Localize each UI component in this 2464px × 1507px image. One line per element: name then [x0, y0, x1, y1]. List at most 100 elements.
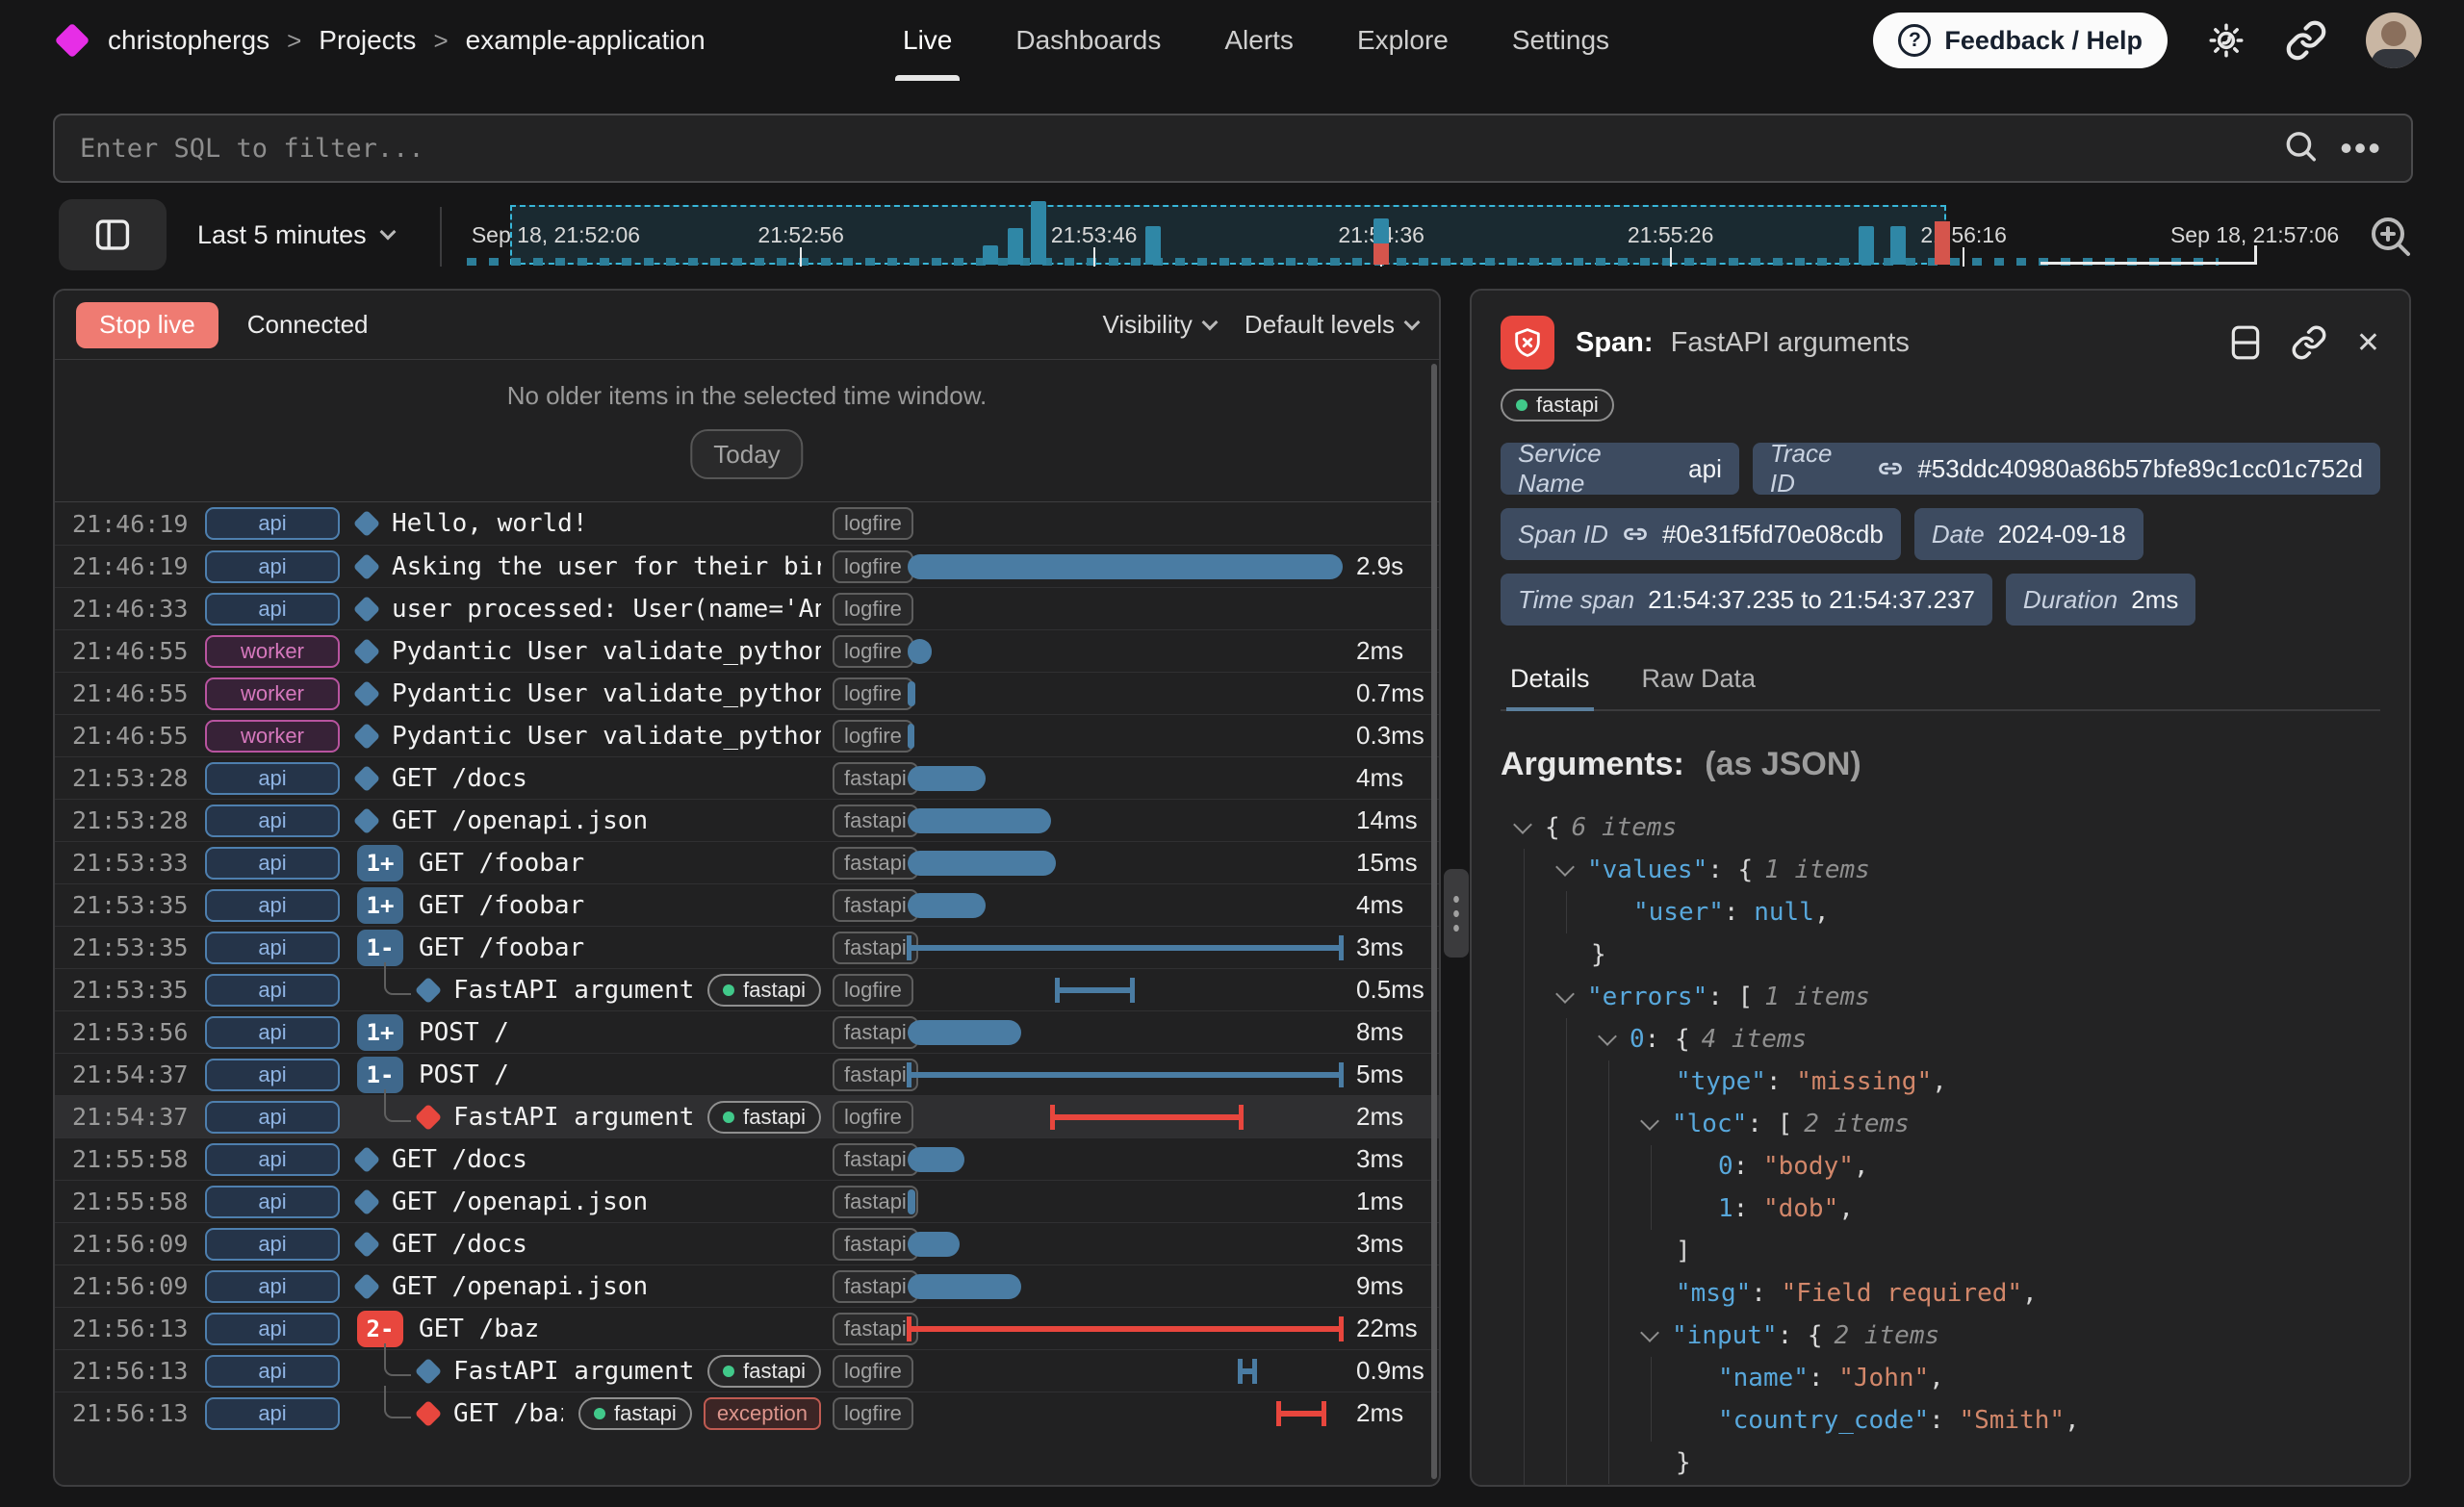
- panel-resize-handle[interactable]: [1444, 869, 1469, 958]
- scope-tag-fastapi[interactable]: fastapi: [833, 1059, 918, 1091]
- attribute-chip-trace-id[interactable]: Trace ID#53ddc40980a86b57bfe89c1cc01c752…: [1753, 443, 2380, 495]
- json-line[interactable]: 1: "dob",: [1501, 1188, 2380, 1230]
- scope-tag-logfire[interactable]: logfire: [833, 550, 913, 583]
- tab-live[interactable]: Live: [903, 0, 952, 81]
- stop-live-button[interactable]: Stop live: [76, 302, 218, 348]
- collapse-badge[interactable]: 2-: [357, 1311, 403, 1347]
- collapse-chevron-icon[interactable]: [1598, 1027, 1617, 1046]
- service-tag-api[interactable]: api: [205, 847, 340, 880]
- log-row[interactable]: 21:53:35api1-GET /foobarfastapi3ms: [55, 926, 1439, 968]
- attribute-chip-date[interactable]: Date2024-09-18: [1914, 508, 2143, 560]
- fastapi-tag[interactable]: fastapi: [707, 1101, 821, 1134]
- service-tag-api[interactable]: api: [205, 974, 340, 1007]
- log-row[interactable]: 21:54:37api1-POST /fastapi5ms: [55, 1053, 1439, 1095]
- search-icon[interactable]: [2282, 128, 2319, 169]
- feedback-help-button[interactable]: ? Feedback / Help: [1873, 13, 2168, 68]
- log-row[interactable]: 21:53:33api1+GET /foobarfastapi15ms: [55, 841, 1439, 883]
- collapse-badge[interactable]: 1-: [357, 930, 403, 966]
- fastapi-tag[interactable]: fastapi: [1501, 389, 1614, 421]
- tab-alerts[interactable]: Alerts: [1224, 0, 1294, 81]
- collapse-chevron-icon[interactable]: [1555, 857, 1575, 877]
- service-tag-api[interactable]: api: [205, 889, 340, 922]
- scope-tag-logfire[interactable]: logfire: [833, 1101, 913, 1134]
- log-row[interactable]: 21:46:19apiHello, world!logfire: [55, 502, 1439, 545]
- attribute-chip-time-span[interactable]: Time span21:54:37.235 to 21:54:37.237: [1501, 574, 1992, 626]
- service-tag-api[interactable]: api: [205, 1228, 340, 1261]
- json-line[interactable]: }: [1501, 1442, 2380, 1484]
- vertical-scrollbar[interactable]: [1431, 364, 1437, 1479]
- collapse-badge[interactable]: 1+: [357, 887, 403, 924]
- json-line[interactable]: {6 items: [1501, 806, 2380, 849]
- service-tag-worker[interactable]: worker: [205, 677, 340, 710]
- scope-tag-logfire[interactable]: logfire: [833, 1397, 913, 1430]
- service-tag-api[interactable]: api: [205, 1355, 340, 1388]
- timeline-selection[interactable]: [510, 205, 1947, 265]
- share-link-icon[interactable]: [2285, 19, 2327, 62]
- copy-link-icon[interactable]: [2291, 324, 2327, 361]
- collapse-chevron-icon[interactable]: [1513, 815, 1532, 834]
- timeline-chart[interactable]: Sep 18, 21:52:06 Sep 18, 21:57:06 21:52:…: [452, 197, 2368, 272]
- scope-tag-fastapi[interactable]: fastapi: [833, 889, 918, 922]
- service-tag-api[interactable]: api: [205, 1016, 340, 1049]
- log-row[interactable]: 21:56:13apiFastAPI argumentsfastapilogfi…: [55, 1349, 1439, 1392]
- breadcrumb-projects[interactable]: Projects: [319, 25, 416, 56]
- scope-tag-fastapi[interactable]: fastapi: [833, 762, 918, 795]
- more-options-icon[interactable]: •••: [2340, 128, 2382, 168]
- exception-tag[interactable]: exception: [704, 1397, 821, 1430]
- sql-filter-input[interactable]: [55, 115, 2411, 181]
- log-row[interactable]: 21:53:35api1+GET /foobarfastapi4ms: [55, 883, 1439, 926]
- service-tag-api[interactable]: api: [205, 1186, 340, 1218]
- log-row[interactable]: 21:55:58apiGET /openapi.jsonfastapi1ms: [55, 1180, 1439, 1222]
- log-row[interactable]: 21:46:55workerPydantic User validate_pyt…: [55, 714, 1439, 756]
- json-line[interactable]: "loc": [2 items: [1501, 1103, 2380, 1145]
- json-line[interactable]: 0: {4 items: [1501, 1018, 2380, 1060]
- json-line[interactable]: "country_code": "Smith",: [1501, 1399, 2380, 1442]
- json-line[interactable]: ]: [1501, 1230, 2380, 1272]
- log-row[interactable]: 21:53:56api1+POST /fastapi8ms: [55, 1010, 1439, 1053]
- json-line[interactable]: 0: "body",: [1501, 1145, 2380, 1188]
- log-row[interactable]: 21:56:09apiGET /openapi.jsonfastapi9ms: [55, 1264, 1439, 1307]
- fastapi-tag[interactable]: fastapi: [707, 1355, 821, 1388]
- json-line[interactable]: "input": {2 items: [1501, 1315, 2380, 1357]
- time-range-selector[interactable]: Last 5 minutes: [197, 197, 394, 272]
- scope-tag-fastapi[interactable]: fastapi: [833, 1186, 918, 1218]
- today-button[interactable]: Today: [690, 429, 803, 479]
- log-row[interactable]: 21:56:13apiGET /baz (fofastapiexceptionl…: [55, 1392, 1439, 1434]
- visibility-dropdown[interactable]: Visibility: [1102, 310, 1215, 340]
- default-levels-dropdown[interactable]: Default levels: [1245, 310, 1418, 340]
- service-tag-api[interactable]: api: [205, 762, 340, 795]
- service-tag-api[interactable]: api: [205, 593, 340, 626]
- log-row[interactable]: 21:53:35apiFastAPI argumentsfastapilogfi…: [55, 968, 1439, 1010]
- breadcrumb-org[interactable]: christophergs: [108, 25, 270, 56]
- service-tag-worker[interactable]: worker: [205, 720, 340, 753]
- attribute-chip-service-name[interactable]: Service Nameapi: [1501, 443, 1739, 495]
- user-avatar[interactable]: [2366, 13, 2422, 68]
- service-tag-api[interactable]: api: [205, 1397, 340, 1430]
- json-line[interactable]: "errors": [1 items: [1501, 976, 2380, 1018]
- close-icon[interactable]: ✕: [2356, 326, 2380, 360]
- service-tag-api[interactable]: api: [205, 1059, 340, 1091]
- json-line[interactable]: "msg": "Field required",: [1501, 1272, 2380, 1315]
- scope-tag-logfire[interactable]: logfire: [833, 593, 913, 626]
- attribute-chip-span-id[interactable]: Span ID#0e31f5fd70e08cdb: [1501, 508, 1901, 560]
- split-view-icon[interactable]: [2229, 324, 2262, 361]
- tab-dashboards[interactable]: Dashboards: [1015, 0, 1161, 81]
- theme-toggle-icon[interactable]: [2206, 20, 2246, 61]
- collapse-badge[interactable]: 1+: [357, 845, 403, 881]
- log-row[interactable]: 21:46:33apiuser processed: User(name='An…: [55, 587, 1439, 629]
- scope-tag-logfire[interactable]: logfire: [833, 720, 913, 753]
- json-line[interactable]: "user": null,: [1501, 891, 2380, 933]
- scope-tag-fastapi[interactable]: fastapi: [833, 805, 918, 837]
- tab-settings[interactable]: Settings: [1512, 0, 1609, 81]
- fastapi-tag[interactable]: fastapi: [707, 974, 821, 1007]
- scope-tag-fastapi[interactable]: fastapi: [833, 1313, 918, 1345]
- service-tag-api[interactable]: api: [205, 1313, 340, 1345]
- scope-tag-logfire[interactable]: logfire: [833, 507, 913, 540]
- service-tag-api[interactable]: api: [205, 932, 340, 964]
- scope-tag-fastapi[interactable]: fastapi: [833, 1143, 918, 1176]
- scope-tag-fastapi[interactable]: fastapi: [833, 1270, 918, 1303]
- service-tag-api[interactable]: api: [205, 550, 340, 583]
- zoom-in-icon[interactable]: [2367, 213, 2413, 262]
- collapse-chevron-icon[interactable]: [1640, 1323, 1659, 1342]
- log-row[interactable]: 21:56:13api2-GET /bazfastapi22ms: [55, 1307, 1439, 1349]
